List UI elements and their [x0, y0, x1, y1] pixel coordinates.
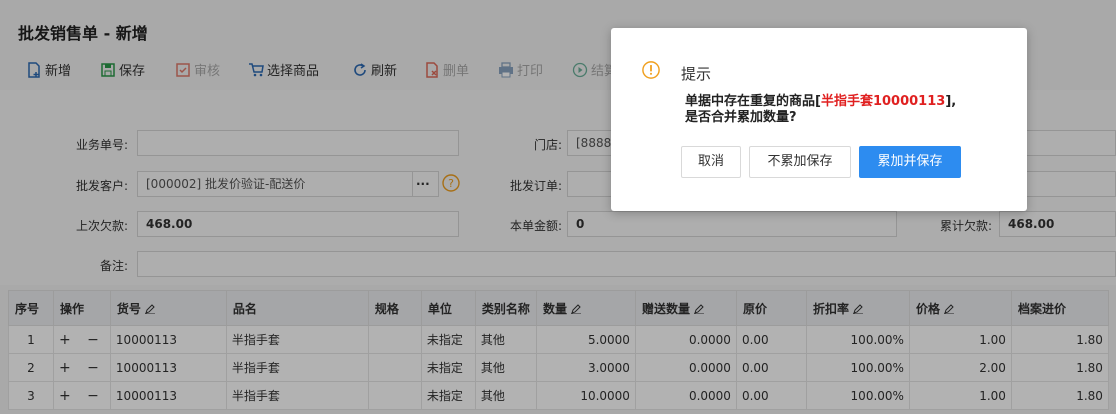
cancel-button[interactable]: 取消	[681, 146, 741, 178]
duplicate-item-highlight: 半指手套10000113	[820, 94, 946, 109]
confirm-dialog: 提示 单据中存在重复的商品[半指手套10000113], 是否合并累加数量? 取…	[611, 28, 1027, 211]
warning-icon	[642, 61, 660, 79]
save-without-merge-button[interactable]: 不累加保存	[749, 146, 851, 178]
dialog-title: 提示	[681, 65, 712, 83]
dialog-message: 单据中存在重复的商品[半指手套10000113], 是否合并累加数量?	[685, 94, 1015, 126]
merge-and-save-button[interactable]: 累加并保存	[859, 146, 961, 178]
dialog-message-prefix: 单据中存在重复的商品[	[685, 94, 821, 109]
dialog-message-suffix: ],	[945, 94, 957, 109]
dialog-message-line2: 是否合并累加数量?	[685, 110, 797, 125]
